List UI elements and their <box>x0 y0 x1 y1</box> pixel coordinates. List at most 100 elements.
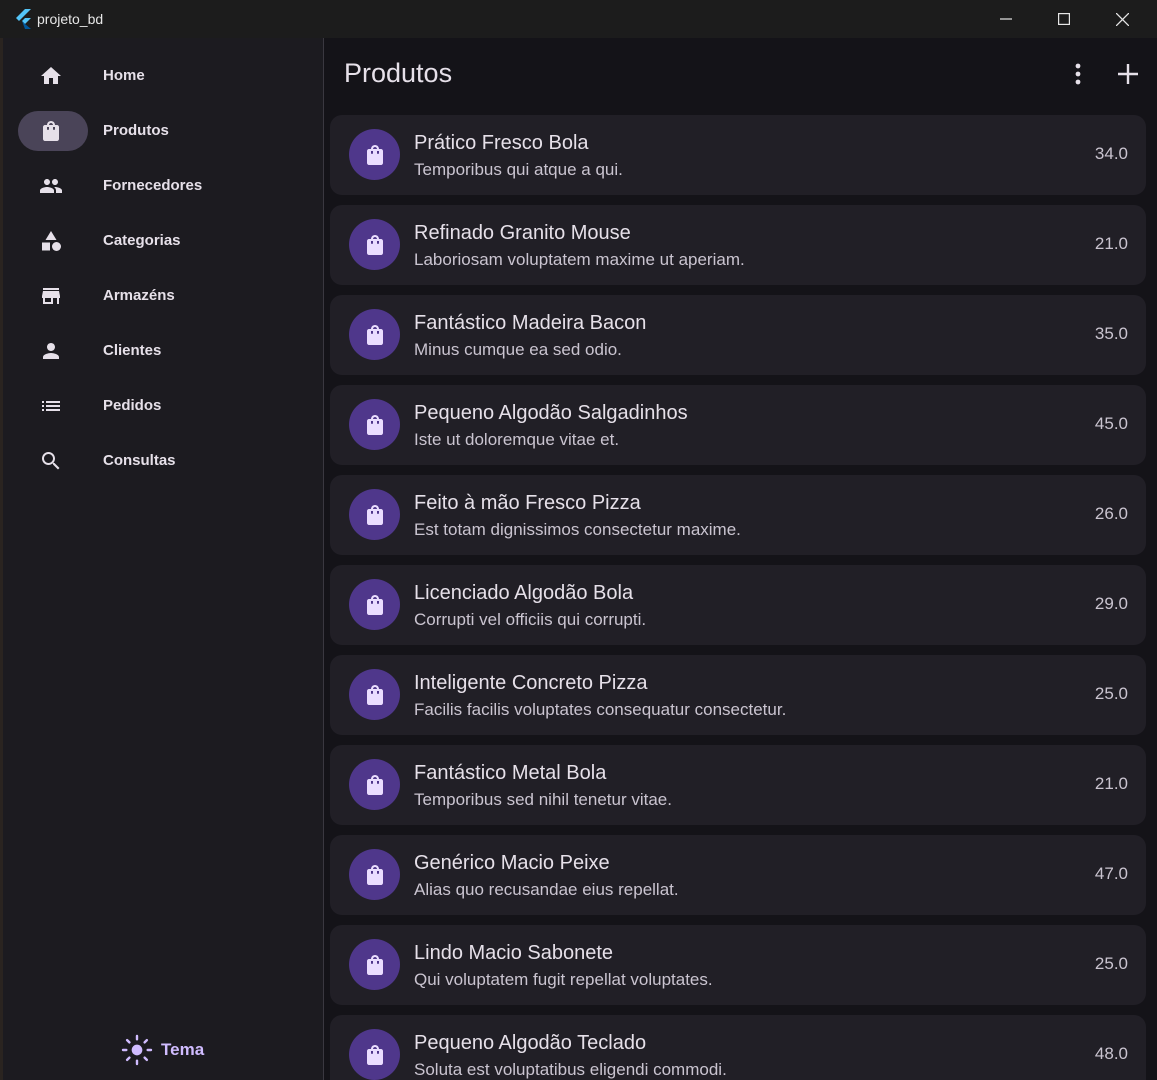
nav-item-categorias[interactable]: Categorias <box>18 221 318 261</box>
nav-item-fornecedores[interactable]: Fornecedores <box>18 166 318 206</box>
shopping-bag-icon <box>366 684 383 705</box>
product-description: Corrupti vel officiis qui corrupti. <box>414 610 647 629</box>
add-icon <box>1118 64 1138 84</box>
shopping-bag-icon <box>366 1044 383 1065</box>
nav-item-produtos[interactable]: Produtos <box>18 111 318 151</box>
theme-label: Tema <box>161 1040 205 1059</box>
product-avatar <box>349 489 400 540</box>
product-price: 21.0 <box>1094 774 1128 793</box>
nav-label: Pedidos <box>103 397 162 414</box>
close-button[interactable] <box>1093 0 1151 38</box>
product-price: 25.0 <box>1094 954 1128 973</box>
product-card[interactable]: Fantástico Madeira Bacon Minus cumque ea… <box>330 295 1146 375</box>
product-name: Licenciado Algodão Bola <box>414 582 634 604</box>
shopping-bag-icon <box>366 234 383 255</box>
product-price: 48.0 <box>1094 1044 1128 1063</box>
more-vert-icon <box>1075 63 1081 85</box>
nav-label: Fornecedores <box>103 177 203 194</box>
nav-label: Clientes <box>103 342 162 359</box>
nav-label: Categorias <box>103 232 181 249</box>
nav-label: Home <box>103 67 145 84</box>
product-name: Inteligente Concreto Pizza <box>414 672 648 694</box>
theme-toggle-button[interactable]: Tema <box>121 1033 204 1067</box>
nav-item-armazens[interactable]: Armazéns <box>18 276 318 316</box>
product-card[interactable]: Feito à mão Fresco Pizza Est totam digni… <box>330 475 1146 555</box>
store-icon <box>42 288 60 304</box>
main-content: Produtos Prático Fresco Bola Temporibus … <box>324 38 1157 1080</box>
add-product-button[interactable] <box>1116 60 1140 88</box>
nav-item-pedidos[interactable]: Pedidos <box>18 386 318 426</box>
product-card[interactable]: Licenciado Algodão Bola Corrupti vel off… <box>330 565 1146 645</box>
shopping-bag-icon <box>366 414 383 435</box>
minimize-button[interactable] <box>977 0 1035 38</box>
product-avatar <box>349 1029 400 1080</box>
product-price: 21.0 <box>1094 234 1128 253</box>
more-options-button[interactable] <box>1066 60 1090 88</box>
product-description: Qui voluptatem fugit repellat voluptates… <box>414 970 713 989</box>
product-description: Alias quo recusandae eius repellat. <box>414 880 679 899</box>
product-price: 35.0 <box>1094 324 1128 343</box>
product-card[interactable]: Genérico Macio Peixe Alias quo recusanda… <box>330 835 1146 915</box>
product-avatar <box>349 129 400 180</box>
page-title: Produtos <box>344 58 453 88</box>
product-card[interactable]: Fantástico Metal Bola Temporibus sed nih… <box>330 745 1146 825</box>
product-price: 29.0 <box>1094 594 1128 613</box>
category-icon <box>42 231 61 251</box>
close-icon <box>1115 12 1129 26</box>
shopping-bag-icon <box>366 504 383 525</box>
window-title: projeto_bd <box>37 11 104 27</box>
nav-item-clientes[interactable]: Clientes <box>18 331 318 371</box>
person-icon <box>43 343 59 359</box>
product-avatar <box>349 759 400 810</box>
people-icon <box>40 179 62 193</box>
product-card[interactable]: Pequeno Algodão Teclado Soluta est volup… <box>330 1015 1146 1080</box>
product-name: Lindo Macio Sabonete <box>414 942 614 964</box>
shopping-bag-icon <box>366 774 383 795</box>
title-bar: projeto_bd <box>0 0 1157 38</box>
shopping-bag-icon <box>366 954 383 975</box>
product-name: Refinado Granito Mouse <box>414 222 631 244</box>
nav-item-home[interactable]: Home <box>18 56 318 96</box>
product-description: Minus cumque ea sed odio. <box>414 340 622 359</box>
product-name: Prático Fresco Bola <box>414 132 589 154</box>
product-avatar <box>349 399 400 450</box>
nav-label: Consultas <box>103 452 176 469</box>
nav-label: Armazéns <box>103 287 175 304</box>
product-price: 26.0 <box>1094 504 1128 523</box>
product-avatar <box>349 219 400 270</box>
product-description: Laboriosam voluptatem maxime ut aperiam. <box>414 250 745 269</box>
product-name: Feito à mão Fresco Pizza <box>414 492 641 514</box>
product-card[interactable]: Lindo Macio Sabonete Qui voluptatem fugi… <box>330 925 1146 1005</box>
product-avatar <box>349 309 400 360</box>
product-avatar <box>349 579 400 630</box>
product-description: Iste ut doloremque vitae et. <box>414 430 620 449</box>
maximize-button[interactable] <box>1035 0 1093 38</box>
flutter-logo-icon <box>16 9 31 29</box>
product-price: 25.0 <box>1094 684 1128 703</box>
list-icon <box>42 401 60 411</box>
product-avatar <box>349 939 400 990</box>
product-avatar <box>349 849 400 900</box>
product-name: Fantástico Madeira Bacon <box>414 312 647 334</box>
product-description: Temporibus sed nihil tenetur vitae. <box>414 790 672 809</box>
product-name: Pequeno Algodão Salgadinhos <box>414 402 688 424</box>
home-icon <box>41 67 61 84</box>
product-card[interactable]: Pequeno Algodão Salgadinhos Iste ut dolo… <box>330 385 1146 465</box>
product-name: Genérico Macio Peixe <box>414 852 610 874</box>
product-card[interactable]: Prático Fresco Bola Temporibus qui atque… <box>330 115 1146 195</box>
nav-item-consultas[interactable]: Consultas <box>18 441 318 481</box>
product-name: Pequeno Algodão Teclado <box>414 1032 647 1054</box>
minimize-icon <box>1000 18 1012 20</box>
navigation-rail: Home Produtos Fornecedores Categorias Ar… <box>3 38 323 1080</box>
product-card[interactable]: Inteligente Concreto Pizza Facilis facil… <box>330 655 1146 735</box>
maximize-icon <box>1058 13 1070 25</box>
product-card[interactable]: Refinado Granito Mouse Laboriosam volupt… <box>330 205 1146 285</box>
sun-icon <box>121 1034 153 1066</box>
shopping-bag-icon <box>366 324 383 345</box>
shopping-bag-icon <box>366 594 383 615</box>
product-price: 47.0 <box>1094 864 1128 883</box>
product-description: Temporibus qui atque a qui. <box>414 160 623 179</box>
product-description: Soluta est voluptatibus eligendi commodi… <box>414 1060 727 1079</box>
product-price: 34.0 <box>1094 144 1128 163</box>
product-list: Prático Fresco Bola Temporibus qui atque… <box>330 115 1146 1080</box>
